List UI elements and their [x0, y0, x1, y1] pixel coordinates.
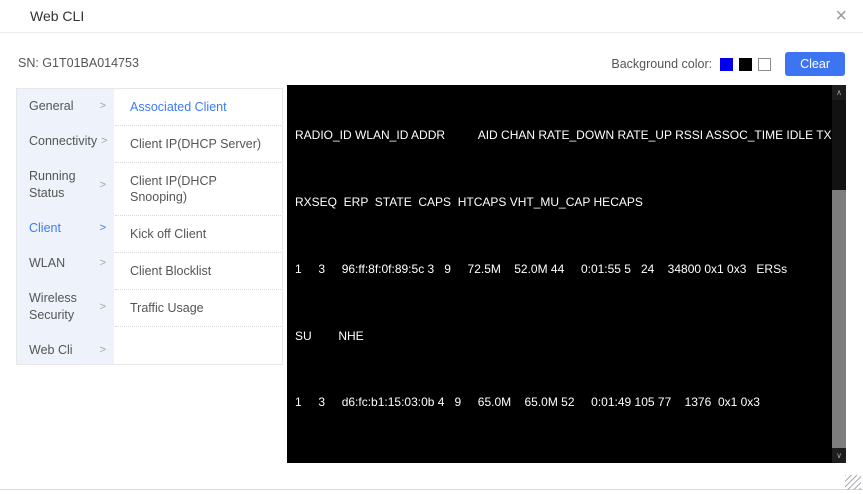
submenu-item[interactable]: Client IP(DHCP Snooping) [115, 163, 281, 216]
submenu-item[interactable]: Traffic Usage [115, 290, 281, 327]
cli-output-line: RXSEQ ERP STATE CAPS HTCAPS VHT_MU_CAP H… [295, 194, 643, 209]
submenu-item-label: Kick off Client [130, 227, 207, 241]
submenu-item-label: Client Blocklist [130, 264, 212, 278]
dialog-titlebar: Web CLI × [0, 0, 863, 33]
nav-item[interactable]: General > [17, 89, 114, 124]
nav-item-label: General [29, 99, 74, 113]
chevron-right-icon: > [101, 135, 108, 147]
background-color-label: Background color: [611, 57, 713, 71]
terminal-scrollbar[interactable]: ∧ ∨ [832, 85, 846, 463]
cli-output-line: ERSs SU NHE [295, 461, 824, 463]
close-icon[interactable]: × [835, 3, 847, 29]
cli-output-line: SU NHE [295, 328, 364, 343]
nav-item-label: Running Status [29, 169, 76, 200]
dialog-title: Web CLI [30, 8, 85, 24]
nav-column: General > Connectivity > Running Status … [17, 89, 114, 364]
scroll-down-icon[interactable]: ∨ [832, 448, 846, 463]
clear-button[interactable]: Clear [785, 52, 845, 76]
background-color-swatch-black[interactable] [739, 57, 753, 71]
cli-output-line: RADIO_ID WLAN_ID ADDR AID CHAN RATE_DOWN… [295, 128, 846, 143]
chevron-right-icon: > [99, 300, 106, 313]
submenu-item-label: Client IP(DHCP Server) [130, 137, 262, 151]
submenu-item[interactable]: Kick off Client [115, 216, 281, 253]
scrollbar-thumb[interactable] [832, 190, 846, 452]
serial-number-label: SN: G1T01BA014753 [18, 56, 139, 70]
nav-item[interactable]: Wireless Security > [17, 281, 114, 333]
submenu-column: Associated Client Client IP(DHCP Server)… [114, 89, 282, 364]
menu-panel: General > Connectivity > Running Status … [16, 88, 283, 365]
background-color-swatch-blue[interactable] [720, 57, 734, 71]
nav-item[interactable]: WLAN > [17, 246, 114, 281]
cli-output-line: 1 3 d6:fc:b1:15:03:0b 4 9 65.0M 65.0M 52… [295, 395, 760, 410]
resize-handle-icon[interactable] [845, 475, 861, 490]
submenu-item-label: Traffic Usage [130, 301, 204, 315]
scroll-up-icon[interactable]: ∧ [832, 85, 846, 100]
submenu-item[interactable]: Associated Client [115, 89, 281, 126]
nav-item[interactable]: Client > [17, 211, 114, 246]
chevron-right-icon: > [99, 222, 106, 234]
submenu-item[interactable]: Client Blocklist [115, 253, 281, 290]
chevron-right-icon: > [99, 257, 106, 269]
nav-item-label: Wireless Security [29, 291, 77, 322]
nav-item[interactable]: Connectivity > [17, 124, 114, 159]
submenu-item[interactable]: Client IP(DHCP Server) [115, 126, 281, 163]
nav-item-label: WLAN [29, 256, 66, 270]
submenu-item-label: Client IP(DHCP Snooping) [130, 174, 217, 204]
nav-item[interactable]: Running Status > [17, 159, 114, 211]
nav-item-label: Connectivity [29, 134, 98, 148]
background-color-swatch-white[interactable] [758, 57, 772, 71]
cli-output-line: 1 3 96:ff:8f:0f:89:5c 3 9 72.5M 52.0M 44… [295, 261, 788, 276]
chevron-right-icon: > [99, 100, 106, 112]
nav-item-label: Web Cli [29, 343, 73, 357]
cli-output: RADIO_ID WLAN_ID ADDR AID CHAN RATE_DOWN… [287, 85, 846, 463]
nav-item[interactable]: Web Cli > [17, 333, 114, 368]
chevron-right-icon: > [99, 178, 106, 191]
cli-terminal[interactable]: RADIO_ID WLAN_ID ADDR AID CHAN RATE_DOWN… [287, 85, 846, 463]
submenu-item-label: Associated Client [130, 100, 227, 114]
footer-divider [0, 489, 863, 490]
nav-item-label: Client [29, 221, 61, 235]
background-color-group: Background color: Clear [611, 52, 845, 76]
chevron-right-icon: > [99, 344, 106, 356]
